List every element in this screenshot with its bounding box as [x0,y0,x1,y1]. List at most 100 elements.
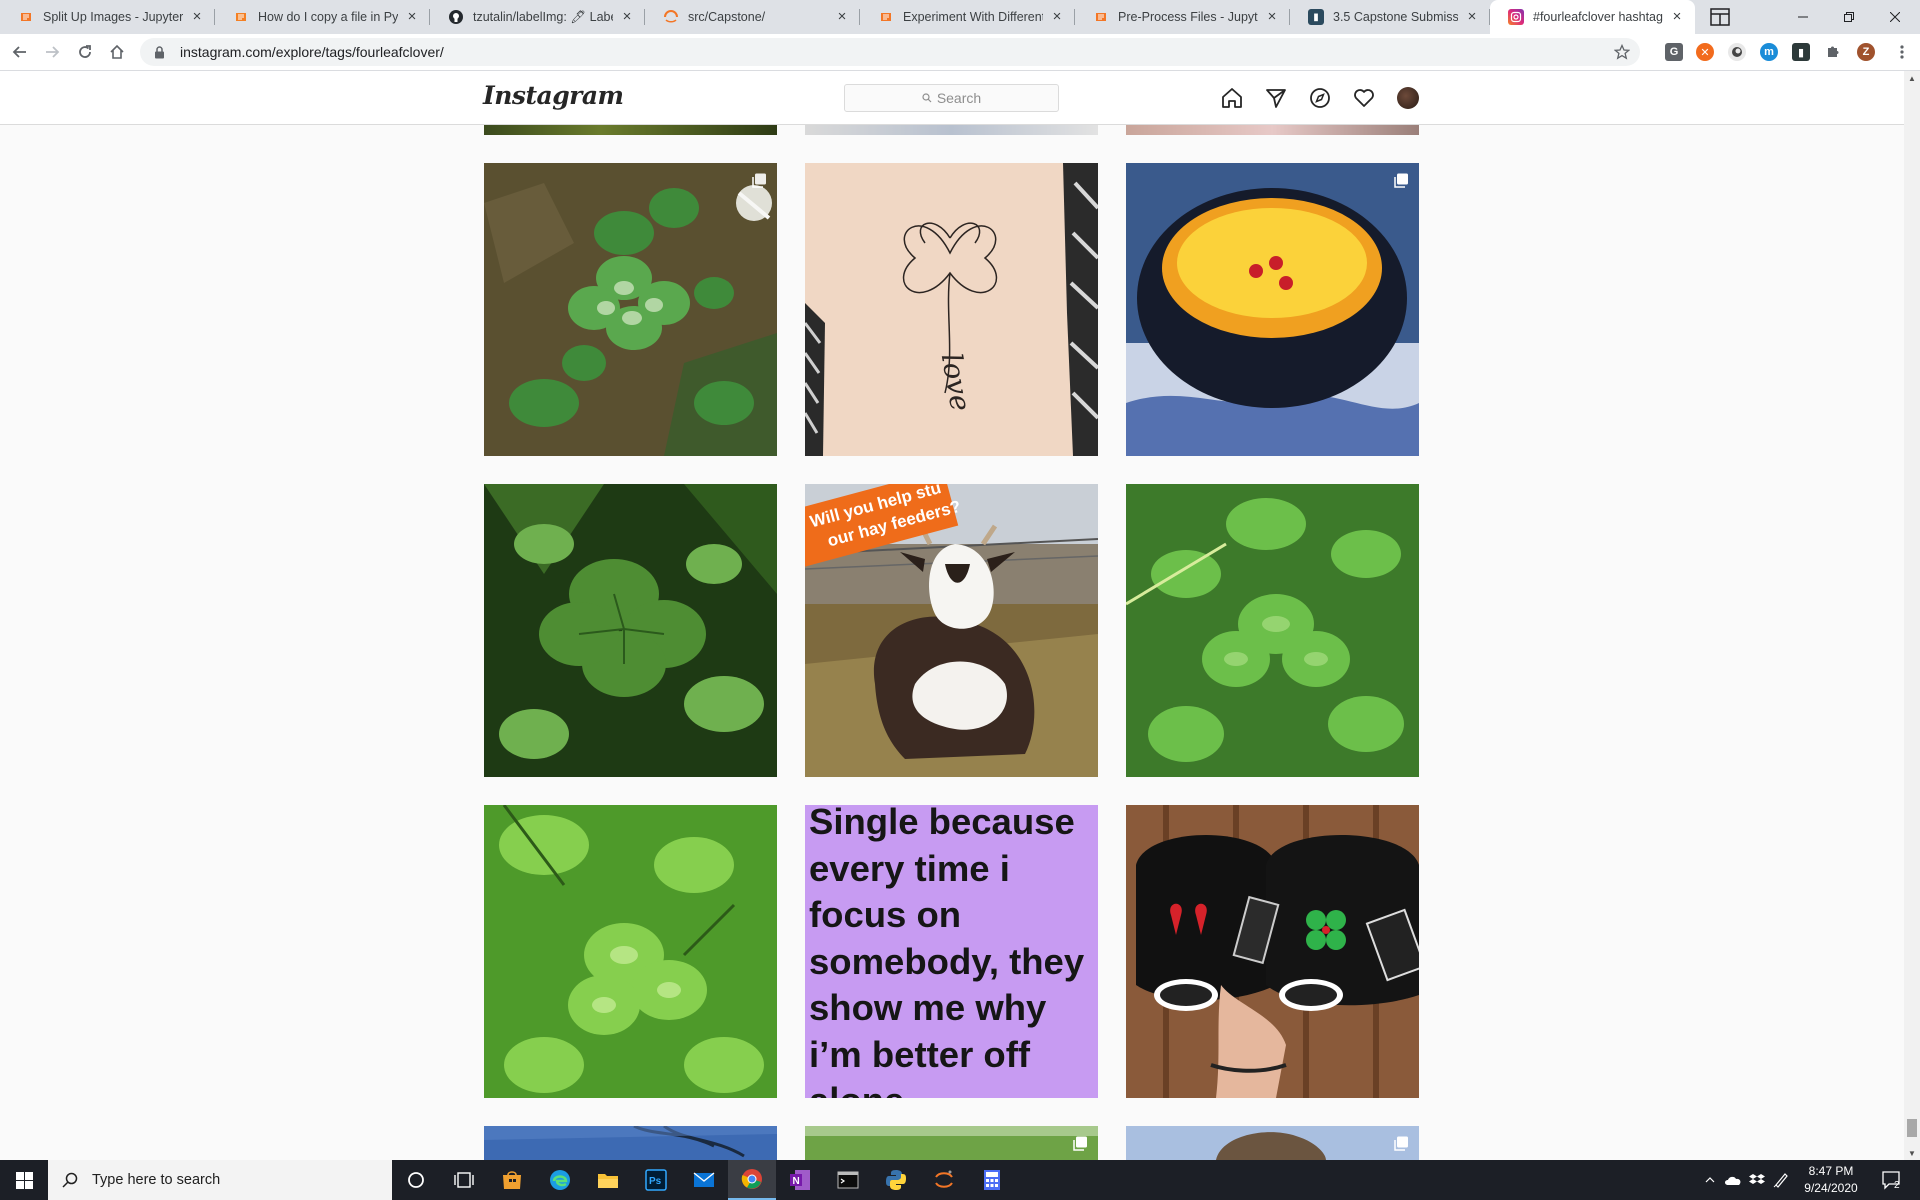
instagram-logo[interactable]: Instagram [483,81,624,110]
menu-kebab-icon[interactable] [1888,38,1916,66]
jupyter-loading-icon [663,9,679,25]
onedrive-icon[interactable] [1722,1160,1744,1200]
svg-text:N: N [793,1176,800,1187]
calculator-icon[interactable] [968,1160,1016,1200]
quote-line: somebody, they [809,940,1085,982]
python-icon[interactable] [872,1160,920,1200]
post-clover-patch[interactable] [484,163,777,456]
scroll-down-arrow-icon[interactable]: ▼ [1904,1146,1920,1160]
task-view-icon[interactable] [440,1160,488,1200]
scroll-up-arrow-icon[interactable]: ▲ [1904,71,1920,85]
tab-title: 3.5 Capstone Submission - : [1333,10,1458,24]
extension-m-icon[interactable]: m [1760,43,1778,61]
direct-message-icon[interactable] [1264,86,1288,110]
quote-line: focus on [809,894,962,935]
close-icon[interactable]: × [1049,9,1065,25]
instagram-search-input[interactable]: Search [844,84,1059,112]
action-center-notification-icon[interactable]: 2 [1872,1160,1912,1200]
pen-ink-icon[interactable] [1770,1160,1792,1200]
multiple-posts-icon [751,173,767,189]
home-icon[interactable] [103,38,131,66]
address-bar[interactable]: instagram.com/explore/tags/fourleafclove… [140,38,1640,66]
microsoft-store-icon[interactable] [488,1160,536,1200]
tab-title: src/Capstone/ [688,10,766,24]
extension-circle-icon[interactable] [1728,43,1746,61]
instagram-icon [1508,9,1524,25]
tab-title: Experiment With Different M [903,10,1043,24]
file-explorer-icon[interactable] [584,1160,632,1200]
close-icon[interactable]: × [619,9,635,25]
onenote-icon[interactable]: N [776,1160,824,1200]
browser-tab[interactable]: Split Up Images - Jupyter N × [0,0,215,34]
close-icon[interactable]: × [189,9,205,25]
windows-start-icon[interactable] [0,1160,48,1200]
post-quote[interactable]: Single because every time i focus on som… [805,805,1098,1098]
tab-title: Pre-Process Files - Jupyter N [1118,10,1258,24]
profile-avatar[interactable]: Z [1857,43,1875,61]
jupyter-icon [878,9,894,25]
extension-bookmark-icon[interactable]: ▮ [1792,43,1810,61]
chrome-icon[interactable] [728,1160,776,1200]
post-sky[interactable] [484,1126,777,1160]
browser-tab[interactable]: ▮ 3.5 Capstone Submission - : × [1290,0,1490,34]
extension-g-icon[interactable]: G [1665,43,1683,61]
browser-tab[interactable]: src/Capstone/ × [645,0,860,34]
browser-tab[interactable]: Experiment With Different M × [860,0,1075,34]
post-portrait[interactable] [1126,1126,1419,1160]
close-icon[interactable]: × [404,9,420,25]
scrollbar-thumb[interactable] [1907,1119,1917,1137]
post-hats[interactable] [1126,805,1419,1098]
browser-tab[interactable]: tzutalin/labelImg: 🖊 Labeli × [430,0,645,34]
minimize-icon[interactable] [1780,0,1826,34]
close-icon[interactable]: × [1464,9,1480,25]
search-icon [62,1172,78,1188]
bookmark-star-icon[interactable] [1612,42,1632,62]
jupyter-icon[interactable] [920,1160,968,1200]
reload-icon[interactable] [71,38,99,66]
terminal-icon[interactable] [824,1160,872,1200]
back-icon[interactable] [6,38,34,66]
browser-tab[interactable]: How do I copy a file in Pyth × [215,0,430,34]
post-egg-tart[interactable] [1126,163,1419,456]
profile-avatar[interactable] [1397,87,1419,109]
close-icon[interactable]: × [1264,9,1280,25]
edge-icon[interactable] [536,1160,584,1200]
explore-compass-icon[interactable] [1308,86,1332,110]
post-clover-sunlit[interactable] [484,805,777,1098]
extensions-puzzle-icon[interactable] [1824,43,1842,61]
page-viewport: Instagram Search love Will you help stu … [0,71,1920,1160]
post-goat[interactable]: Will you help stu our hay feeders? [805,484,1098,777]
post-field[interactable] [805,1126,1098,1160]
close-icon[interactable]: × [834,9,850,25]
cortana-icon[interactable] [392,1160,440,1200]
windows-taskbar: Type here to search Ps N 8:47 PM 9/24/20… [0,1160,1920,1200]
close-icon[interactable]: × [1669,9,1685,25]
field-image [805,1126,1098,1160]
browser-tab[interactable]: Pre-Process Files - Jupyter N × [1075,0,1290,34]
restore-icon[interactable] [1826,0,1872,34]
dropbox-icon[interactable] [1746,1160,1768,1200]
clover-tattoo-image: love [805,163,1098,456]
hats-image [1126,805,1419,1098]
extension-x-icon[interactable]: ✕ [1696,43,1714,61]
mail-icon[interactable] [680,1160,728,1200]
page-scrollbar[interactable]: ▲ ▼ [1904,71,1920,1160]
forward-icon[interactable] [38,38,66,66]
taskbar-search-input[interactable]: Type here to search [48,1160,392,1200]
activity-heart-icon[interactable] [1352,86,1376,110]
photoshop-icon[interactable]: Ps [632,1160,680,1200]
url-text[interactable]: instagram.com/explore/tags/fourleafclove… [180,44,444,60]
github-icon [448,9,464,25]
home-icon[interactable] [1220,86,1244,110]
tab-search-icon[interactable] [1706,3,1734,31]
lock-icon[interactable] [154,45,168,59]
browser-tab-active[interactable]: #fourleafclover hashtag on × [1490,0,1695,34]
post-clover-dark[interactable] [484,484,777,777]
taskbar-clock[interactable]: 8:47 PM 9/24/2020 [1796,1163,1866,1197]
quote-line: show me why [809,987,1047,1028]
multiple-posts-icon [1072,1136,1088,1152]
close-window-icon[interactable] [1872,0,1918,34]
show-hidden-icons-chevron-icon[interactable] [1700,1160,1720,1200]
post-clover-bright[interactable] [1126,484,1419,777]
post-clover-tattoo[interactable]: love [805,163,1098,456]
